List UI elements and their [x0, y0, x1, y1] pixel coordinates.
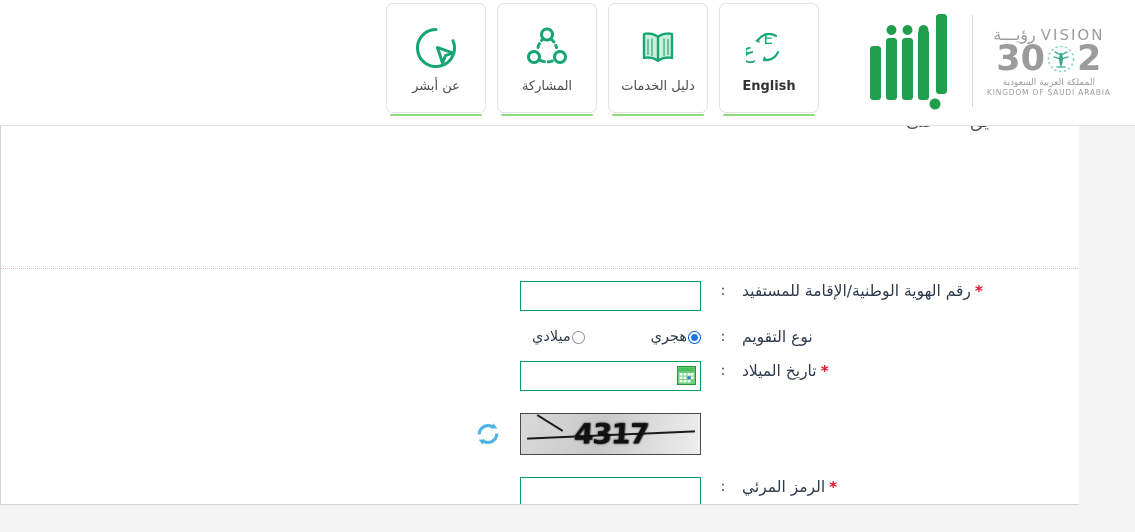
nav-card-english[interactable]: ع E English	[719, 3, 819, 116]
header-logos: VISION رؤيـــة 2 30 المملكة العربية السع…	[866, 8, 1111, 113]
birth-date-control	[520, 361, 717, 391]
calendar-type-control: هجري ميلادي	[532, 329, 717, 345]
dotted-divider	[1, 268, 1079, 269]
captcha-input-colon: :	[720, 479, 726, 495]
nav-card-label: English	[742, 79, 796, 94]
calendar-type-radio-group: هجري ميلادي	[532, 329, 701, 345]
radio-label-gregorian: ميلادي	[532, 329, 571, 345]
clipped-heading-fragment-1: يق	[970, 126, 989, 140]
captcha-text: 4317	[572, 417, 649, 451]
svg-text:E: E	[764, 30, 773, 48]
required-asterisk: *	[829, 478, 838, 496]
nav-card-about-absher[interactable]: عن أبشر	[386, 3, 486, 116]
calendar-type-label: نوع التقويم	[742, 328, 813, 346]
radio-label-hijri: هجري	[650, 329, 687, 345]
captcha-tick-line	[536, 414, 564, 432]
national-id-control	[520, 281, 717, 311]
national-id-label: *رقم الهوية الوطنية/الإقامة للمستفيد	[742, 282, 984, 300]
required-asterisk: *	[820, 362, 829, 380]
nav-card-label: المشاركة	[521, 79, 573, 94]
about-circle-cursor-icon	[413, 21, 459, 75]
captcha-input-control	[520, 477, 717, 504]
national-id-input[interactable]	[520, 281, 701, 311]
birth-date-input[interactable]	[520, 361, 701, 391]
captcha-input-label: *الرمز المرئي	[742, 478, 838, 496]
radio-option-gregorian[interactable]: ميلادي	[532, 329, 585, 345]
national-id-colon: :	[720, 283, 726, 299]
form-row-national-id: *رقم الهوية الوطنية/الإقامة للمستفيد :	[1, 281, 1079, 311]
open-book-icon	[635, 21, 681, 75]
vision-subtitle-en: KINGDOM OF SAUDI ARABIA	[987, 87, 1111, 97]
vision-year-left: 2	[1077, 38, 1102, 79]
vision-subtitle-ar: المملكة العربية السعودية	[1002, 77, 1095, 88]
logo-divider	[972, 14, 973, 107]
birth-date-colon: :	[720, 363, 726, 379]
nav-card-label: عن أبشر	[412, 79, 460, 94]
site-header: عن أبشر المشاركة دليل الخدمات ع E Englis…	[0, 0, 1135, 126]
captcha-image: 4317	[520, 413, 701, 455]
verification-form: *رقم الهوية الوطنية/الإقامة للمستفيد : ن…	[1, 281, 1079, 504]
share-network-icon	[524, 21, 570, 75]
form-panel: يق على *رقم الهوية الوطنية/الإقامة للمست…	[0, 126, 1079, 505]
form-row-calendar-type: نوع التقويم : هجري ميلادي	[1, 327, 1079, 347]
header-nav-cards: عن أبشر المشاركة دليل الخدمات ع E Englis…	[386, 3, 819, 116]
form-row-captcha-image: 4317	[1, 413, 1079, 455]
radio-option-hijri[interactable]: هجري	[651, 329, 701, 345]
absher-logo[interactable]	[866, 8, 958, 113]
refresh-icon[interactable]	[475, 421, 501, 447]
svg-text:ع: ع	[746, 39, 755, 63]
language-switch-icon: ع E	[746, 21, 792, 75]
calendar-type-colon: :	[720, 329, 726, 345]
vision-2030-logo: VISION رؤيـــة 2 30 المملكة العربية السع…	[987, 25, 1111, 97]
captcha-input[interactable]	[520, 477, 701, 504]
radio-indicator-gregorian[interactable]	[571, 330, 585, 344]
clipped-heading-fragment-2: على	[906, 126, 936, 140]
radio-indicator-hijri[interactable]	[688, 330, 701, 344]
nav-card-services-guide[interactable]: دليل الخدمات	[608, 3, 708, 116]
nav-card-label: دليل الخدمات	[621, 79, 695, 94]
vision-palm-emblem	[1047, 45, 1075, 73]
nav-card-participation[interactable]: المشاركة	[497, 3, 597, 116]
form-row-captcha-input: *الرمز المرئي :	[1, 477, 1079, 504]
vision-year-right: 30	[996, 38, 1045, 79]
required-asterisk: *	[974, 282, 984, 300]
form-row-birth-date: *تاريخ الميلاد :	[1, 361, 1079, 391]
captcha-image-control: 4317	[475, 413, 717, 455]
birth-date-label: *تاريخ الميلاد	[742, 362, 829, 380]
page-root: عن أبشر المشاركة دليل الخدمات ع E Englis…	[0, 0, 1135, 532]
clipped-heading-row: يق على	[689, 126, 989, 140]
